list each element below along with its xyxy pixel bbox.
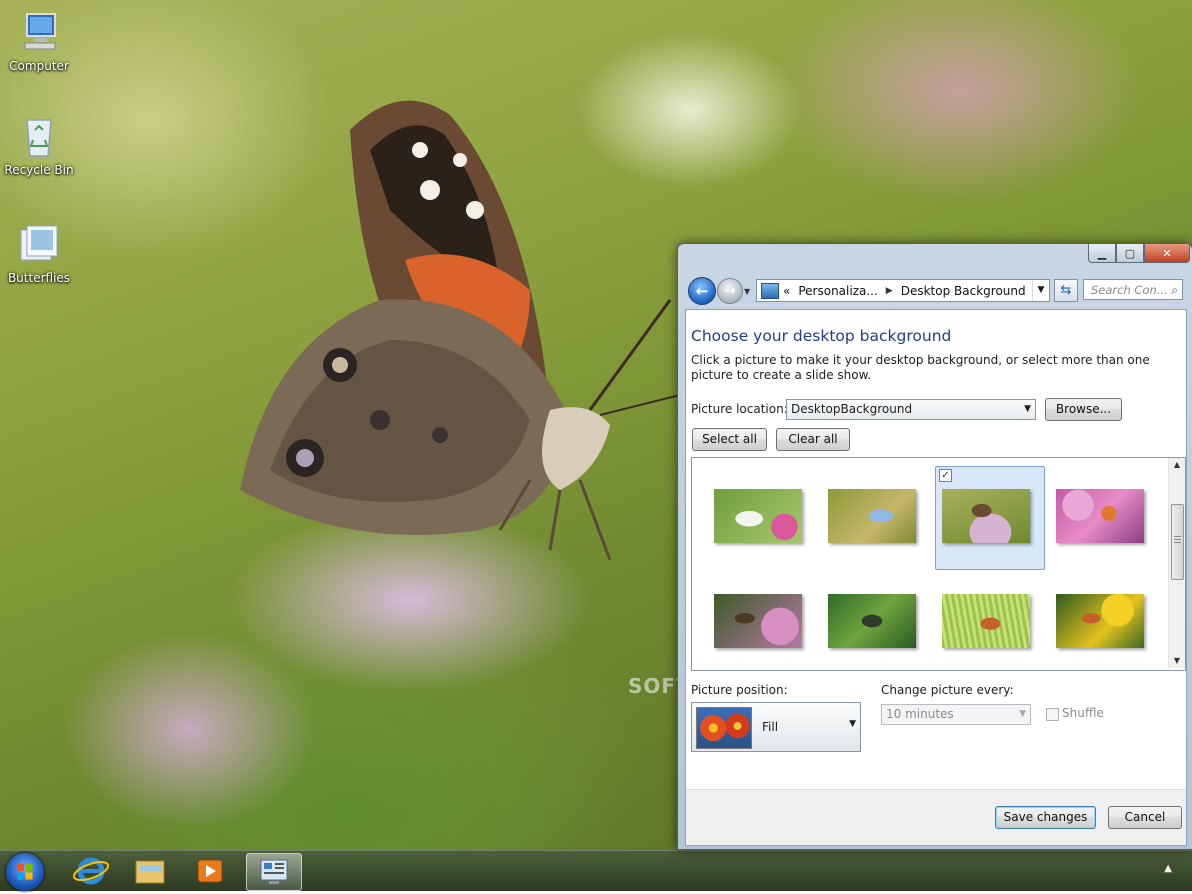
address-dropdown-icon[interactable]: ▼ (1032, 280, 1049, 301)
change-picture-label: Change picture every: (881, 683, 1014, 697)
scroll-down-icon[interactable]: ▼ (1169, 654, 1185, 668)
windows-logo-icon (17, 864, 33, 880)
recent-pages-dropdown[interactable]: ▼ (744, 287, 750, 296)
save-changes-button[interactable]: Save changes (995, 806, 1096, 829)
taskbar: ▲ (0, 850, 1192, 891)
thumbnail-orange-butterfly-grass[interactable] (942, 594, 1030, 648)
refresh-button[interactable]: ⇆ (1054, 279, 1078, 302)
shuffle-label: Shuffle (1062, 706, 1104, 720)
shuffle-checkbox[interactable] (1046, 708, 1059, 721)
browse-button[interactable]: Browse... (1045, 398, 1122, 421)
picture-location-label: Picture location: (691, 402, 788, 416)
position-preview-image (696, 707, 752, 749)
change-picture-select[interactable]: 10 minutes ▼ (881, 704, 1031, 725)
picture-gallery: ✓ ▲ ▼ (691, 457, 1186, 671)
search-input[interactable]: Search Con... ⌕ (1083, 279, 1183, 300)
thumbnail-orange-butterfly-pink[interactable] (1056, 489, 1144, 543)
back-arrow-icon: ← (695, 282, 709, 300)
thumbnail-green-butterfly[interactable] (828, 594, 916, 648)
thumbnail-yellow-flowers[interactable] (1056, 594, 1144, 648)
content-pane: Choose your desktop background Click a p… (685, 309, 1187, 790)
control-panel-icon (761, 282, 779, 299)
back-button[interactable]: ← (688, 277, 716, 305)
scroll-up-icon[interactable]: ▲ (1169, 458, 1185, 472)
desktop-icon-label: Butterflies (7, 271, 71, 285)
address-overflow-chevron[interactable]: « (783, 284, 790, 298)
internet-explorer-icon (72, 857, 110, 885)
gallery-scrollbar[interactable]: ▲ ▼ (1168, 458, 1185, 668)
chevron-down-icon: ▼ (1024, 404, 1031, 414)
picture-position-select[interactable]: Fill ▼ (691, 702, 861, 752)
breadcrumb-separator-icon[interactable]: ▶ (886, 286, 893, 296)
scrollbar-thumb[interactable] (1171, 504, 1184, 580)
desktop-icon-butterflies[interactable]: Butterflies (1, 222, 77, 285)
media-player-icon (197, 859, 223, 883)
close-button[interactable]: ✕ (1144, 244, 1190, 263)
recycle-bin-icon (26, 119, 52, 157)
dialog-footer: Save changes Cancel (685, 789, 1187, 846)
refresh-icon: ⇆ (1060, 283, 1072, 298)
minimize-icon: ▁ (1097, 246, 1107, 260)
maximize-button[interactable]: ▢ (1116, 244, 1144, 263)
butterfly-image (240, 100, 681, 560)
picture-location-select[interactable]: DesktopBackground ▼ (786, 399, 1036, 420)
breadcrumb-desktop-background[interactable]: Desktop Background (901, 284, 1026, 298)
desktop-icon-label: Computer (9, 59, 69, 73)
chevron-down-icon: ▼ (1019, 709, 1026, 719)
minimize-button[interactable]: ▁ (1088, 244, 1116, 263)
forward-button[interactable]: → (717, 278, 743, 304)
computer-icon (24, 13, 56, 50)
window-controls: ▁ ▢ ✕ (1088, 244, 1190, 263)
search-placeholder: Search Con... (1091, 283, 1168, 297)
taskbar-windows-explorer[interactable] (123, 853, 177, 889)
desktop-background-window: ▁ ▢ ✕ ← → ▼ « Personaliza... ▶ Desktop B… (677, 243, 1192, 850)
start-button[interactable] (6, 853, 44, 891)
clear-all-button[interactable]: Clear all (776, 428, 850, 451)
picture-position-value: Fill (762, 720, 779, 734)
thumbnail-checkbox[interactable]: ✓ (939, 469, 952, 482)
chevron-down-icon: ▼ (849, 719, 856, 729)
search-icon: ⌕ (1171, 283, 1178, 297)
grip-icon (1174, 536, 1181, 543)
thumbnail-painted-lady[interactable] (942, 489, 1030, 543)
change-picture-value: 10 minutes (886, 707, 954, 721)
close-icon: ✕ (1162, 246, 1172, 260)
desktop-icon-recycle-bin[interactable]: Recycle Bin (1, 114, 77, 177)
page-description: Click a picture to make it your desktop … (691, 353, 1150, 382)
cancel-button[interactable]: Cancel (1108, 806, 1182, 829)
taskbar-internet-explorer[interactable] (64, 853, 118, 889)
select-all-button[interactable]: Select all (692, 428, 767, 451)
taskbar-media-player[interactable] (183, 853, 237, 889)
desktop-icon-label: Recycle Bin (4, 163, 74, 177)
theme-pack-icon (20, 225, 58, 261)
desktop-icon-computer[interactable]: Computer (1, 10, 77, 73)
thumbnail-dark-butterfly[interactable] (714, 594, 802, 648)
control-panel-icon (260, 859, 288, 884)
breadcrumb-personalization[interactable]: Personaliza... (798, 284, 877, 298)
thumbnail-blue-butterfly[interactable] (828, 489, 916, 543)
thumbnail-white-butterfly[interactable] (714, 489, 802, 543)
address-bar[interactable]: « Personaliza... ▶ Desktop Background ▼ (756, 279, 1050, 302)
forward-arrow-icon: → (724, 283, 736, 299)
show-hidden-icons-arrow[interactable]: ▲ (1164, 863, 1172, 874)
page-title: Choose your desktop background (691, 327, 952, 345)
maximize-icon: ▢ (1124, 246, 1136, 260)
folder-icon (135, 860, 165, 884)
taskbar-personalization[interactable] (246, 853, 302, 891)
picture-position-label: Picture position: (691, 683, 788, 697)
picture-location-value: DesktopBackground (791, 402, 913, 416)
